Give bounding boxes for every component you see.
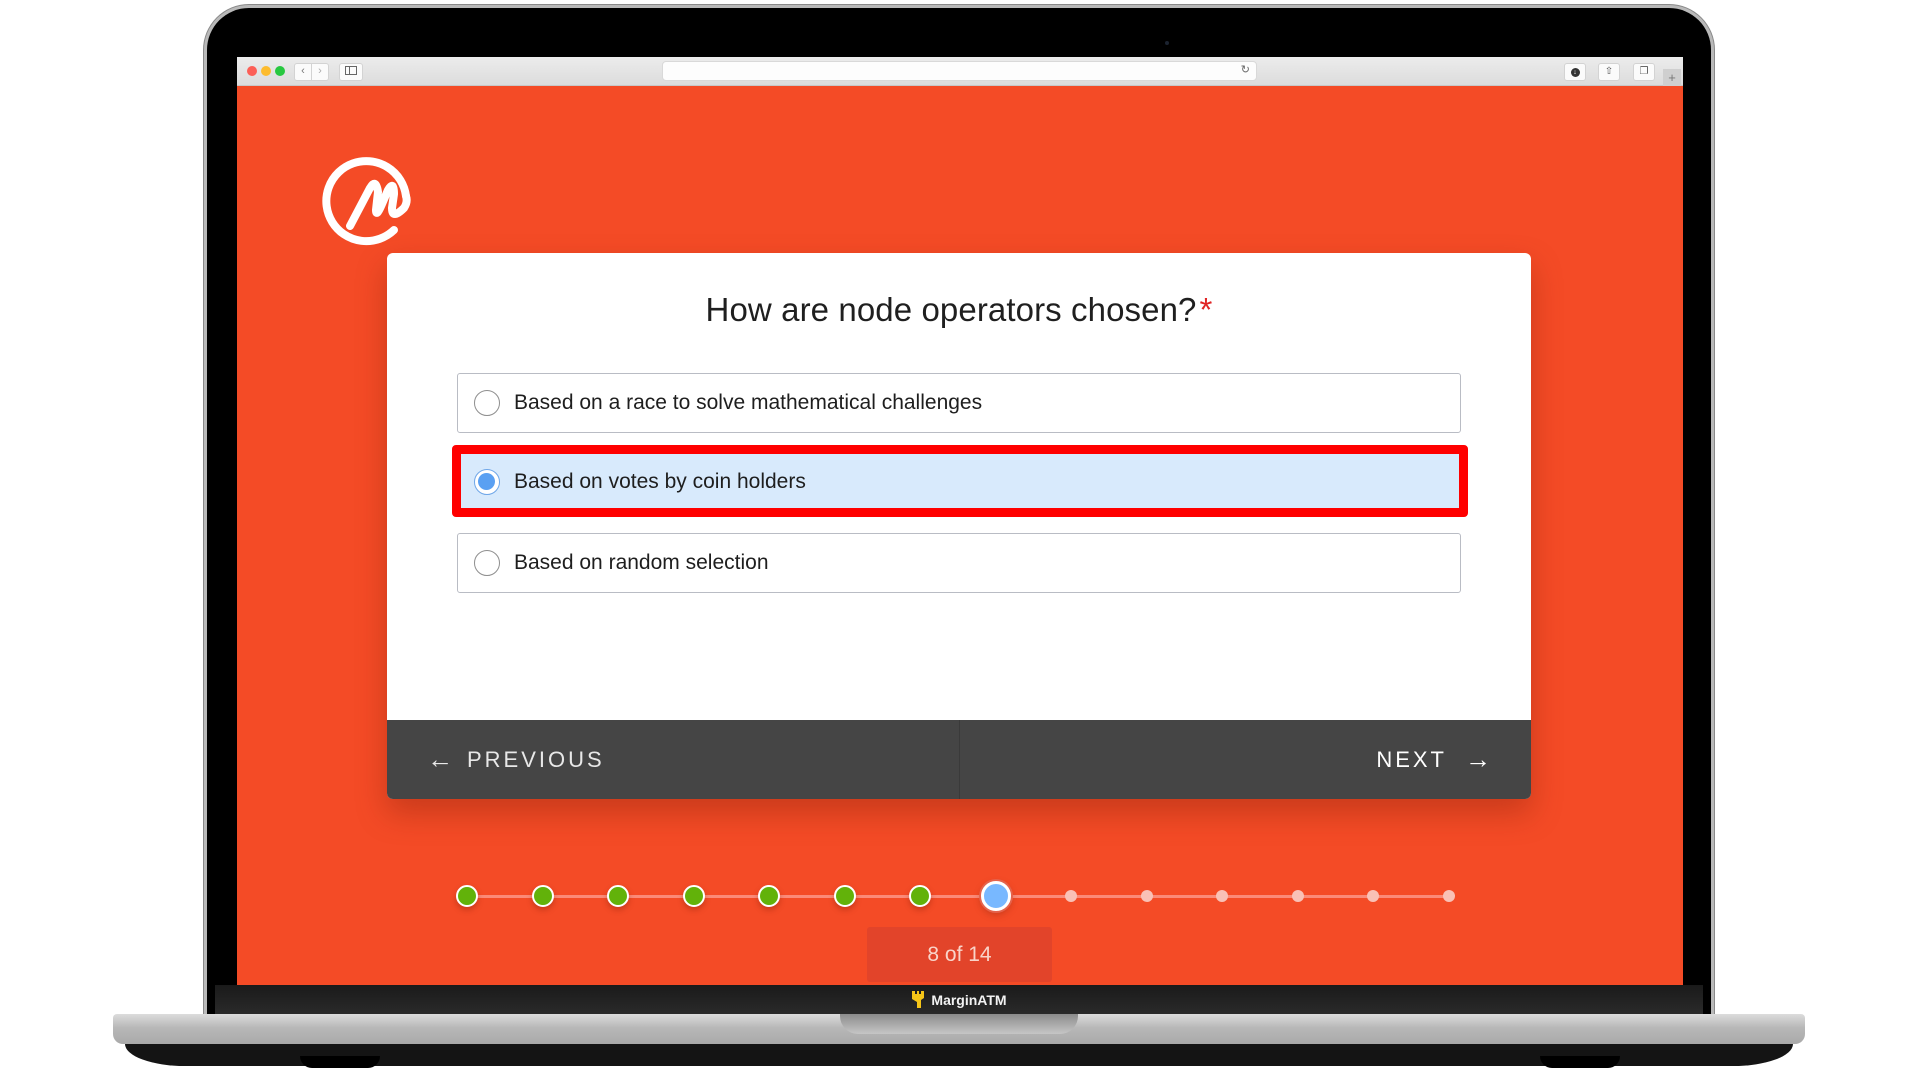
tab-overview-button[interactable]: ❐	[1633, 63, 1655, 81]
progress-step-3-done[interactable]	[607, 885, 630, 907]
radio-button-checked[interactable]	[474, 469, 500, 495]
camera	[1165, 41, 1169, 45]
progress-counter: 8 of 14	[867, 927, 1052, 982]
browser-toolbar: ‹ › ↻ ↓ ⇧ ❐ +	[237, 57, 1683, 86]
back-button[interactable]: ‹	[294, 63, 312, 81]
progress-step-11-todo[interactable]	[1216, 890, 1229, 902]
quiz-card: How are node operators chosen?* Based on…	[387, 253, 1531, 799]
chevron-right-icon: ›	[318, 65, 322, 77]
quiz-navigation: ← PREVIOUS NEXT →	[387, 720, 1531, 799]
radio-button[interactable]	[474, 550, 500, 576]
question-title: How are node operators chosen?*	[387, 291, 1531, 329]
arrow-left-icon: ←	[427, 744, 453, 774]
brand-label: MarginATM	[931, 991, 1007, 1008]
laptop-hinge-notch	[840, 1014, 1078, 1034]
minimize-window-button[interactable]	[261, 66, 271, 76]
browser-window: ‹ › ↻ ↓ ⇧ ❐ + How are node operators cho…	[237, 57, 1683, 985]
laptop-bottom-bezel: MarginATM	[215, 985, 1703, 1014]
question-text: How are node operators chosen?	[705, 291, 1197, 328]
arrow-right-icon: →	[1465, 744, 1491, 774]
castle-icon	[912, 991, 925, 1008]
coinmarketcap-logo	[322, 157, 411, 246]
progress-step-10-todo[interactable]	[1140, 890, 1153, 902]
option-label: Based on random selection	[514, 551, 769, 574]
progress-step-2-done[interactable]	[531, 885, 554, 907]
previous-label: PREVIOUS	[467, 746, 605, 772]
required-marker: *	[1199, 291, 1213, 328]
progress-step-14-todo[interactable]	[1443, 890, 1455, 902]
close-window-button[interactable]	[247, 66, 257, 76]
radio-button[interactable]	[474, 390, 500, 416]
progress-step-4-done[interactable]	[682, 885, 705, 907]
sidebar-icon	[345, 66, 357, 75]
brand-watermark: MarginATM	[911, 991, 1007, 1008]
answer-option[interactable]: Based on random selection	[457, 533, 1461, 593]
laptop-foot	[1540, 1056, 1620, 1068]
answer-option-selected[interactable]: Based on votes by coin holders	[457, 452, 1461, 512]
progress-step-8-current[interactable]	[980, 881, 1011, 911]
forward-button[interactable]: ›	[311, 63, 329, 81]
new-tab-button[interactable]: +	[1663, 69, 1681, 86]
downloads-button[interactable]: ↓	[1564, 63, 1586, 81]
share-button[interactable]: ⇧	[1598, 63, 1620, 81]
progress-step-7-done[interactable]	[909, 885, 932, 907]
reload-icon[interactable]: ↻	[1241, 63, 1250, 76]
progress-step-13-todo[interactable]	[1367, 890, 1380, 902]
sidebar-toggle-button[interactable]	[339, 63, 363, 81]
progress-step-1-done[interactable]	[456, 885, 478, 907]
progress-step-6-done[interactable]	[833, 885, 856, 907]
share-icon: ⇧	[1604, 66, 1614, 77]
progress-step-9-todo[interactable]	[1065, 890, 1078, 902]
next-button[interactable]: NEXT →	[960, 720, 1532, 799]
option-label: Based on a race to solve mathematical ch…	[514, 391, 983, 414]
address-bar[interactable]: ↻	[662, 61, 1257, 81]
progress-step-5-done[interactable]	[758, 885, 781, 907]
download-icon: ↓	[1570, 68, 1580, 77]
maximize-window-button[interactable]	[275, 66, 285, 76]
plus-icon: +	[1668, 70, 1676, 85]
next-label: NEXT	[1376, 746, 1447, 772]
previous-button[interactable]: ← PREVIOUS	[387, 720, 960, 799]
progress-step-12-todo[interactable]	[1291, 890, 1304, 902]
tabs-icon: ❐	[1639, 66, 1649, 77]
laptop-foot	[300, 1056, 380, 1068]
answer-option[interactable]: Based on a race to solve mathematical ch…	[457, 373, 1461, 433]
chevron-left-icon: ‹	[301, 65, 305, 77]
option-label: Based on votes by coin holders	[514, 470, 806, 493]
progress-counter-text: 8 of 14	[927, 942, 992, 966]
